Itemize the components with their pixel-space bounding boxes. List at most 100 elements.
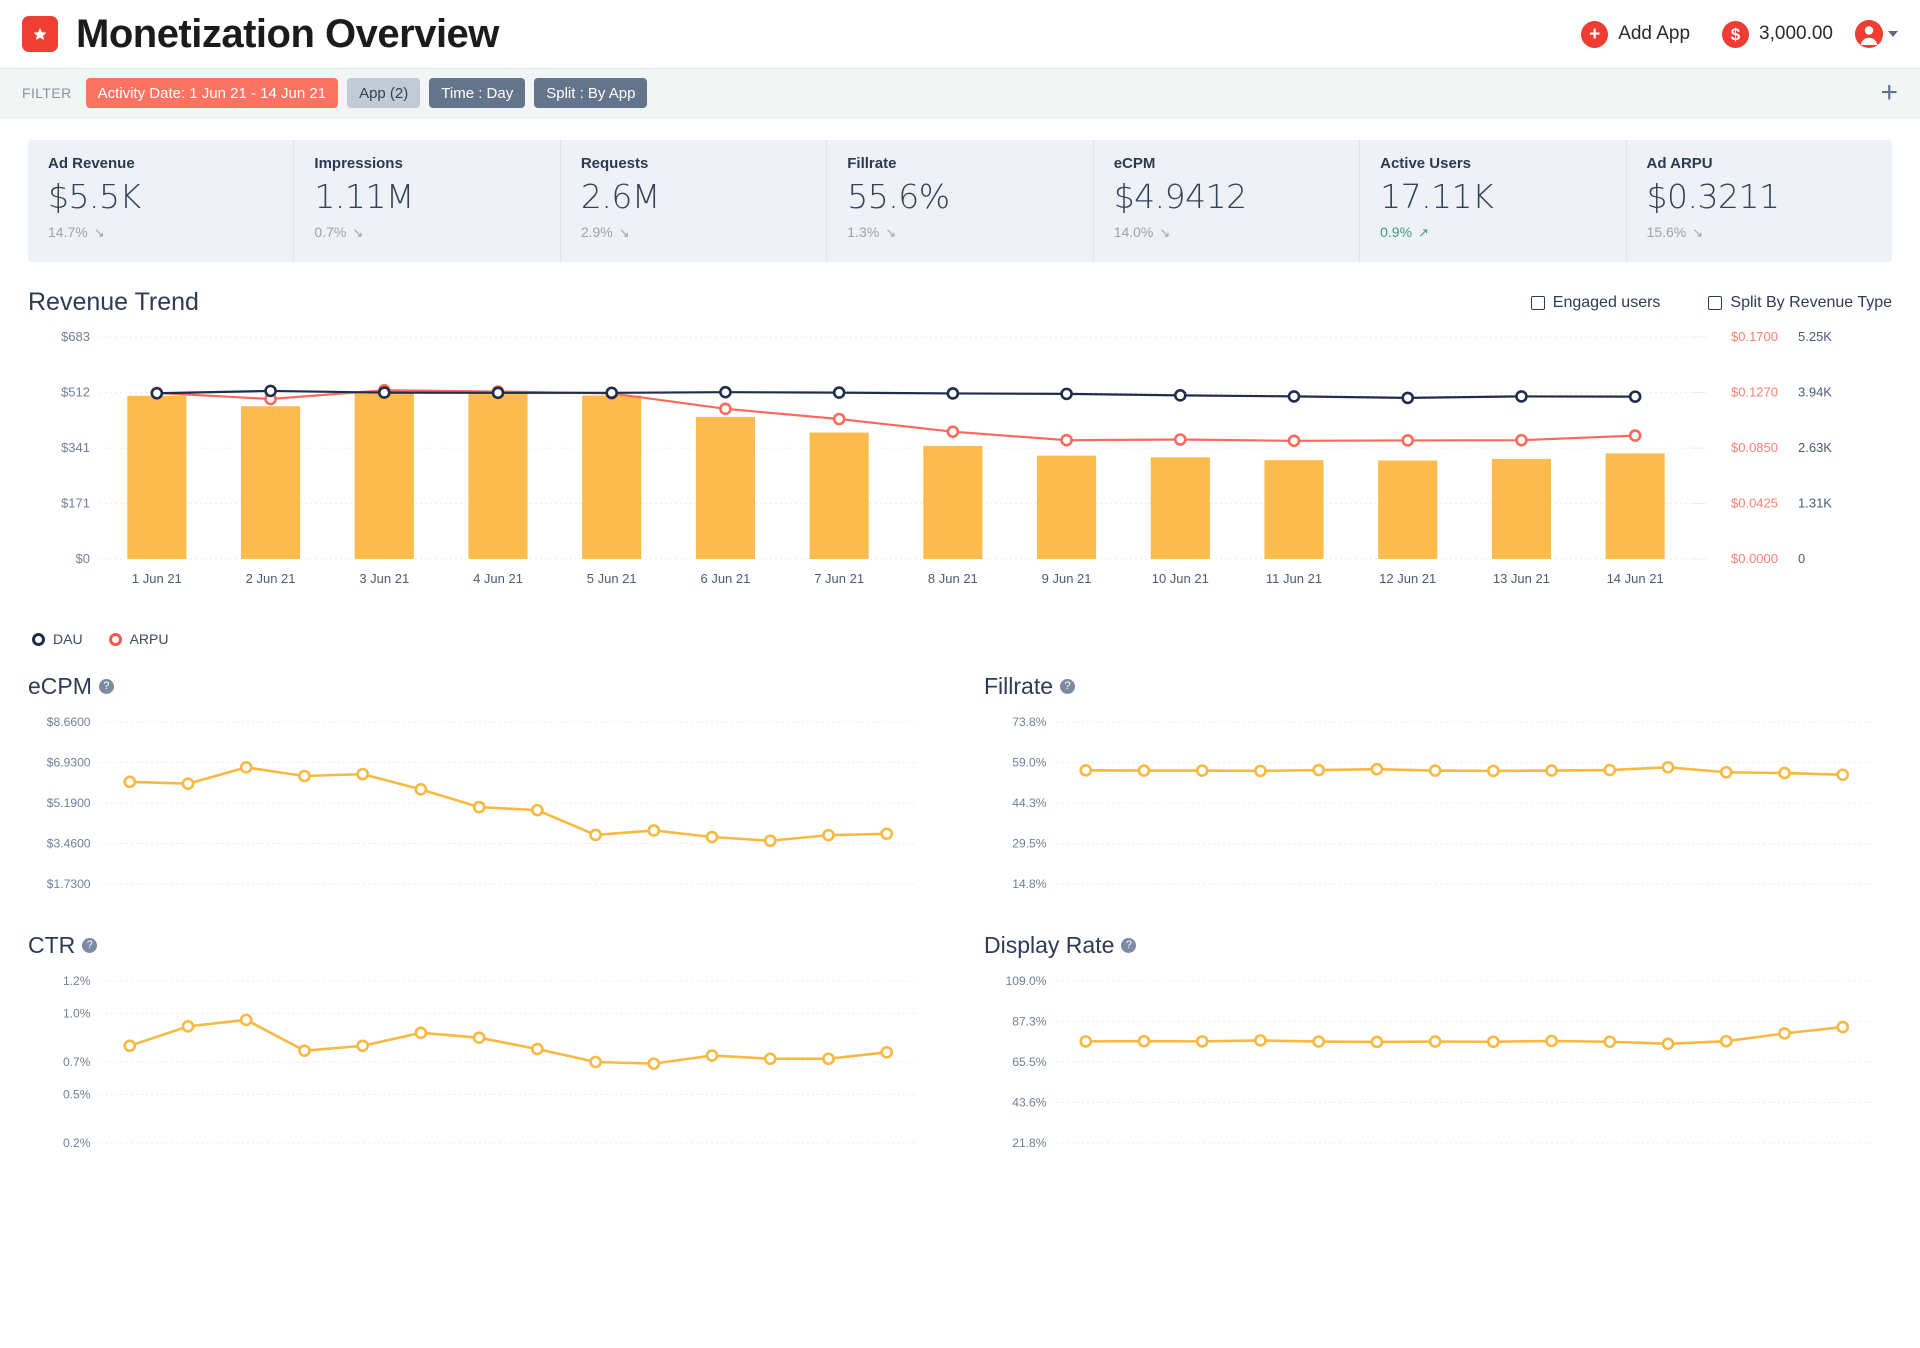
kpi-strip: Ad Revenue $5.5K 14.7% ↘ Impressions 1.11… [28,140,1892,262]
plus-circle-icon: + [1581,20,1609,48]
kpi-card-impressions[interactable]: Impressions 1.11M 0.7% ↘ [294,140,561,262]
kpi-title: Fillrate [847,155,897,172]
star-badge-icon [22,16,58,52]
kpi-card-ad-arpu[interactable]: Ad ARPU $0.3211 15.6% ↘ [1627,140,1892,262]
checkbox-box-icon[interactable] [1530,295,1545,310]
kpi-delta: 14.7% ↘ [48,224,273,240]
kpi-card-ad-revenue[interactable]: Ad Revenue $5.5K 14.7% ↘ [28,140,295,262]
kpi-value: 1.11M [314,177,414,216]
fillrate-panel: Fillrate ? 14.8% 29.5% 44.3% 59.0% 73.8% [984,647,1892,906]
svg-text:13 Jun 21: 13 Jun 21 [1493,571,1550,586]
kpi-delta: 1.3% ↘ [847,224,1072,240]
kpi-card-fillrate[interactable]: Fillrate 55.6% 1.3% ↘ [827,140,1094,262]
svg-text:7 Jun 21: 7 Jun 21 [814,571,864,586]
kpi-delta: 15.6% ↘ [1647,224,1872,240]
svg-text:3.94K: 3.94K [1798,385,1832,400]
legend-item-arpu[interactable]: ARPU [108,631,168,647]
revenue-trend-panel: Revenue Trend Engaged users Split By Rev… [0,288,1920,647]
kpi-delta: 0.7% ↘ [314,224,539,240]
kpi-title: Active Users [1380,155,1471,172]
add-app-button[interactable]: + Add App [1581,20,1691,48]
svg-text:$3.4600: $3.4600 [47,837,91,851]
svg-text:14.8%: 14.8% [1012,877,1047,891]
app-header: Monetization Overview + Add App $ 3,000.… [0,0,1920,68]
checkbox-box-icon[interactable] [1708,295,1723,310]
svg-text:65.5%: 65.5% [1012,1055,1047,1069]
trend-down-icon: ↘ [93,224,105,240]
svg-text:109.0%: 109.0% [1006,974,1047,988]
svg-text:14 Jun 21: 14 Jun 21 [1607,571,1664,586]
svg-text:10 Jun 21: 10 Jun 21 [1152,571,1209,586]
trend-down-icon: ↘ [1159,224,1171,240]
add-filter-icon[interactable]: + [1880,78,1898,108]
trend-down-icon: ↘ [885,224,897,240]
legend-item-dau[interactable]: DAU [32,631,83,647]
ctr-panel: CTR ? 0.2% 0.5% 0.7% 1.0% 1.2% [28,906,936,1165]
display-rate-header: Display Rate ? [984,932,1892,959]
kpi-delta-value: 0.9% [1380,224,1413,240]
fillrate-title: Fillrate ? [984,673,1076,700]
filter-chip-split[interactable]: Split : By App [534,78,648,108]
user-menu[interactable] [1855,20,1898,48]
kpi-title: Impressions [314,155,403,172]
ecpm-chart[interactable]: $1.7300 $3.4600 $5.1900 $6.9300 $8.6600 [28,706,936,906]
revenue-trend-chart[interactable]: $0 $0.0000 0 $171 $0.0425 1.31K $341 $0.0850 2.6… [28,323,1892,623]
ctr-chart[interactable]: 0.2% 0.5% 0.7% 1.0% 1.2% [28,965,936,1165]
ecpm-title-text: eCPM [28,673,92,699]
ecpm-header: eCPM ? [28,673,936,700]
svg-text:$0.0425: $0.0425 [1731,495,1778,510]
kpi-delta: 14.0% ↘ [1114,224,1339,240]
svg-text:87.3%: 87.3% [1012,1014,1047,1028]
svg-text:$5.1900: $5.1900 [47,796,91,810]
legend-marker-dau-icon [32,632,45,646]
svg-text:9 Jun 21: 9 Jun 21 [1042,571,1092,586]
fillrate-title-text: Fillrate [984,673,1054,699]
checkbox-split-by-revenue-type[interactable]: Split By Revenue Type [1708,294,1892,312]
help-icon[interactable]: ? [1121,938,1137,953]
svg-text:$1.7300: $1.7300 [47,877,91,891]
svg-text:4 Jun 21: 4 Jun 21 [473,571,523,586]
filter-chip-app[interactable]: App (2) [347,78,421,108]
kpi-value: $4.9412 [1113,177,1247,216]
kpi-value: 55.6% [847,177,950,216]
revenue-trend-title: Revenue Trend [28,288,199,316]
svg-text:59.0%: 59.0% [1012,756,1047,770]
ctr-header: CTR ? [28,932,936,959]
svg-text:21.8%: 21.8% [1012,1136,1047,1150]
kpi-value: 2.6M [580,177,660,216]
svg-text:$341: $341 [61,440,90,455]
svg-text:1.0%: 1.0% [63,1006,91,1020]
legend-label: DAU [53,631,83,647]
help-icon[interactable]: ? [1060,679,1076,694]
svg-text:$683: $683 [61,329,90,344]
kpi-card-requests[interactable]: Requests 2.6M 2.9% ↘ [561,140,828,262]
kpi-card-ecpm[interactable]: eCPM $4.9412 14.0% ↘ [1094,140,1361,262]
svg-text:29.5%: 29.5% [1012,837,1047,851]
user-avatar-icon [1855,20,1883,48]
display-rate-chart[interactable]: 21.8% 43.6% 65.5% 87.3% 109.0% [984,965,1892,1165]
trend-down-icon: ↘ [352,224,364,240]
trend-up-icon: ↗ [1418,224,1429,240]
kpi-delta-value: 14.0% [1113,224,1154,240]
dollar-circle-icon: $ [1722,20,1750,48]
filter-chip-time[interactable]: Time : Day [429,78,526,108]
help-icon[interactable]: ? [82,938,98,953]
checkbox-engaged-users[interactable]: Engaged users [1530,294,1660,312]
svg-text:1.31K: 1.31K [1798,495,1832,510]
legend-marker-arpu-icon [108,632,122,646]
balance-button[interactable]: $ 3,000.00 [1722,20,1833,48]
kpi-card-active-users[interactable]: Active Users 17.11K 0.9% ↗ [1360,140,1627,262]
help-icon[interactable]: ? [98,679,114,694]
ecpm-title: eCPM ? [28,673,114,700]
svg-text:$0.0000: $0.0000 [1731,551,1778,566]
svg-text:$8.6600: $8.6600 [47,715,91,729]
checkbox-label: Split By Revenue Type [1730,293,1892,311]
fillrate-chart[interactable]: 14.8% 29.5% 44.3% 59.0% 73.8% [984,706,1892,906]
kpi-delta: 0.9% ↗ [1380,224,1605,240]
filter-chip-activity-date[interactable]: Activity Date: 1 Jun 21 - 14 Jun 21 [85,78,339,108]
svg-text:0: 0 [1798,551,1805,566]
add-app-label: Add App [1618,23,1691,44]
svg-text:12 Jun 21: 12 Jun 21 [1379,571,1436,586]
svg-text:11 Jun 21: 11 Jun 21 [1266,571,1322,586]
svg-text:5 Jun 21: 5 Jun 21 [587,571,637,586]
